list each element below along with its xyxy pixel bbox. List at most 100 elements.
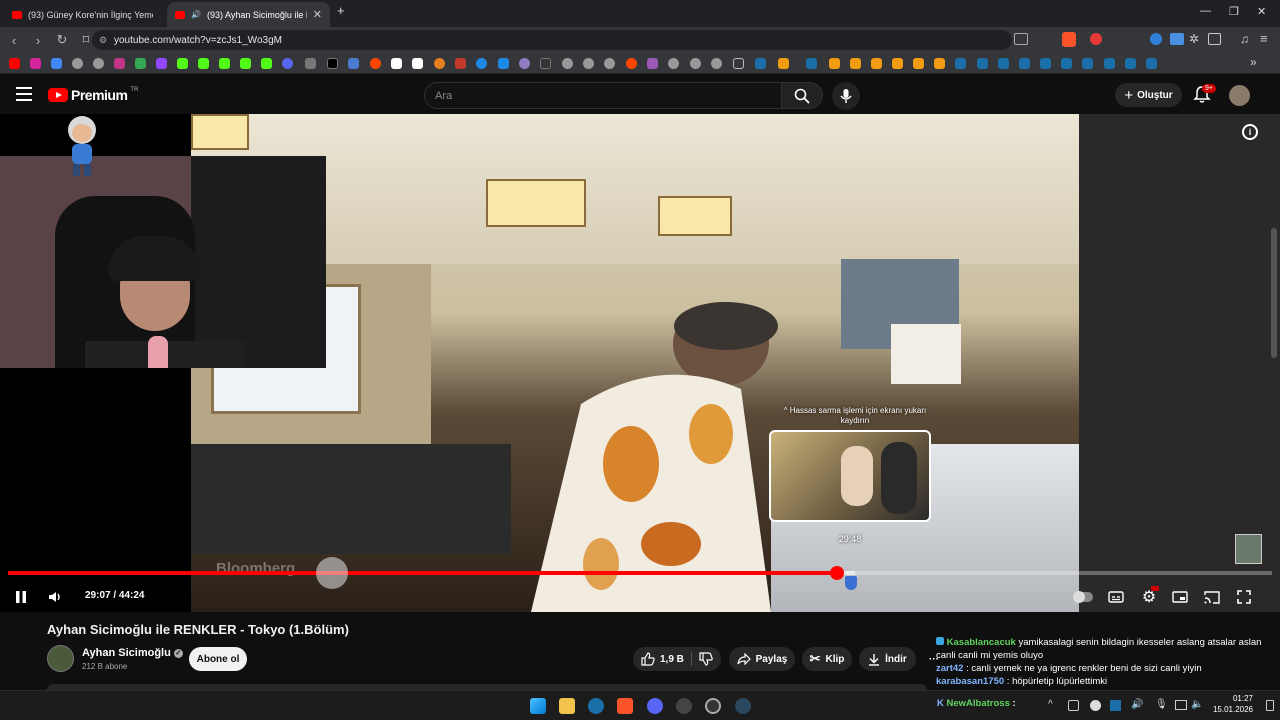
share-button[interactable]: Paylaş	[729, 647, 795, 671]
bookmark-icon[interactable]	[348, 58, 359, 69]
bookmark-steam-icon[interactable]	[1019, 58, 1030, 69]
bookmark-icon[interactable]	[871, 58, 882, 69]
close-tab-icon[interactable]: ✕	[313, 8, 322, 21]
search-input[interactable]: Ara	[424, 82, 782, 109]
menu-icon[interactable]: ≡	[1260, 31, 1268, 46]
extension-icon[interactable]	[1090, 33, 1102, 45]
bookmark-youtube-icon[interactable]	[9, 58, 20, 69]
bookmark-icon[interactable]	[778, 58, 789, 69]
bookmark-steam-icon[interactable]	[806, 58, 817, 69]
tray-icon[interactable]	[1068, 700, 1079, 711]
bookmark-icon[interactable]	[647, 58, 658, 69]
tab-inactive[interactable]: (93) Güney Kore'nin İlginç Yemekleri	[4, 2, 164, 27]
app-icon[interactable]	[676, 698, 692, 714]
subtitles-button[interactable]	[1106, 586, 1126, 608]
bookmark-icon[interactable]	[412, 58, 423, 69]
start-icon[interactable]	[530, 698, 546, 714]
bookmark-steam-icon[interactable]	[1061, 58, 1072, 69]
channel-avatar[interactable]	[47, 645, 74, 672]
channel-name-row[interactable]: Ayhan Sicimoğlu ✓	[82, 647, 183, 659]
cast-button[interactable]	[1202, 586, 1222, 608]
youtube-logo[interactable]: Premium TR	[48, 87, 138, 103]
tray-icon[interactable]	[1090, 700, 1101, 711]
bookmark-icon[interactable]	[93, 58, 104, 69]
bookmark-folder-icon[interactable]	[733, 58, 744, 69]
tray-steam-icon[interactable]	[1110, 700, 1121, 711]
bookmark-icon[interactable]	[282, 58, 293, 69]
file-explorer-icon[interactable]	[559, 698, 575, 714]
brave-shield-icon[interactable]	[1062, 32, 1076, 47]
bookmark-icon[interactable]	[540, 58, 551, 69]
bookmark-reddit-icon[interactable]	[370, 58, 381, 69]
bookmark-icon[interactable]	[913, 58, 924, 69]
bookmark-drive-icon[interactable]	[135, 58, 146, 69]
bookmark-icon[interactable]	[668, 58, 679, 69]
bookmark-steam-icon[interactable]	[977, 58, 988, 69]
bookmark-icon[interactable]	[690, 58, 701, 69]
system-clock[interactable]: 01:27 15.01.2026	[1205, 693, 1253, 715]
progress-bar[interactable]	[8, 566, 1272, 580]
info-icon[interactable]: i	[1242, 124, 1258, 140]
app-icon[interactable]	[735, 698, 751, 714]
volume-button[interactable]	[46, 586, 64, 608]
notification-center-icon[interactable]	[1266, 700, 1274, 711]
bookmark-icon[interactable]	[604, 58, 615, 69]
forward-icon[interactable]: ›	[28, 33, 48, 48]
autoplay-toggle[interactable]	[1072, 586, 1094, 608]
microphone-icon[interactable]: 🎙	[1155, 699, 1168, 710]
steam-icon[interactable]	[588, 698, 604, 714]
bookmark-icon[interactable]	[498, 58, 509, 69]
sidebar-icon[interactable]	[1208, 33, 1221, 45]
miniplayer-button[interactable]	[1170, 586, 1190, 608]
bookmark-steam-icon[interactable]	[1040, 58, 1051, 69]
bookmark-icon[interactable]	[455, 58, 466, 69]
bookmark-steam-icon[interactable]	[1104, 58, 1115, 69]
brave-icon[interactable]	[617, 698, 633, 714]
fullscreen-button[interactable]	[1234, 586, 1254, 608]
bookmark-kick-icon[interactable]	[240, 58, 251, 69]
bookmark-icon[interactable]	[850, 58, 861, 69]
bookmark-kick-icon[interactable]	[219, 58, 230, 69]
bookmark-icon[interactable]	[934, 58, 945, 69]
bookmark-icon[interactable]	[829, 58, 840, 69]
site-info-icon[interactable]: ⚙	[99, 35, 107, 46]
bookmark-icon[interactable]	[519, 58, 530, 69]
bookmark-kick-icon[interactable]	[198, 58, 209, 69]
bookmark-icon[interactable]	[305, 58, 316, 69]
bookmark-icon[interactable]	[391, 58, 402, 69]
chevron-up-icon[interactable]: ^	[1048, 699, 1053, 710]
pause-button[interactable]	[12, 586, 30, 608]
bookmark-icon[interactable]	[583, 58, 594, 69]
bookmark-steam-icon[interactable]	[1125, 58, 1136, 69]
reload-icon[interactable]: ↻	[52, 32, 72, 48]
bookmark-icon[interactable]	[51, 58, 62, 69]
minimize-button[interactable]: —	[1200, 5, 1211, 17]
bookmark-twitch-icon[interactable]	[156, 58, 167, 69]
bookmark-icon[interactable]	[72, 58, 83, 69]
video-player[interactable]: Bloomberg i ^ Hassas sarma işlemi için e…	[0, 114, 1280, 612]
voice-search-button[interactable]	[832, 82, 860, 110]
channel-name[interactable]: Ayhan Sicimoğlu	[82, 647, 171, 659]
back-icon[interactable]: ‹	[4, 33, 24, 48]
subscribe-button[interactable]: Abone ol	[189, 647, 247, 671]
bookmark-kick-icon[interactable]	[177, 58, 188, 69]
thumbs-down-icon[interactable]	[699, 652, 713, 666]
like-button[interactable]: 1,9 B	[633, 647, 721, 671]
bookmark-icon[interactable]	[434, 58, 445, 69]
tab-active[interactable]: 🔊 (93) Ayhan Sicimoğlu ile REN ✕	[167, 2, 330, 27]
discord-icon[interactable]	[647, 698, 663, 714]
hamburger-menu-icon[interactable]	[16, 87, 32, 101]
close-window-button[interactable]: ✕	[1257, 5, 1266, 18]
extension-icon[interactable]	[1170, 33, 1184, 45]
bookmark-kick-icon[interactable]	[261, 58, 272, 69]
puzzle-icon[interactable]: ✲	[1189, 32, 1199, 46]
extension-icon[interactable]	[1150, 33, 1162, 45]
download-button[interactable]: İndir	[859, 647, 916, 671]
search-button[interactable]	[781, 82, 823, 109]
volume-icon[interactable]: 🔈	[1191, 699, 1203, 710]
page-scrollbar[interactable]	[1271, 228, 1277, 358]
more-bookmarks-icon[interactable]: »	[1250, 55, 1257, 69]
bookmark-instagram-icon[interactable]	[30, 58, 41, 69]
bookmark-x-icon[interactable]	[327, 58, 338, 69]
obs-icon[interactable]	[705, 698, 721, 714]
